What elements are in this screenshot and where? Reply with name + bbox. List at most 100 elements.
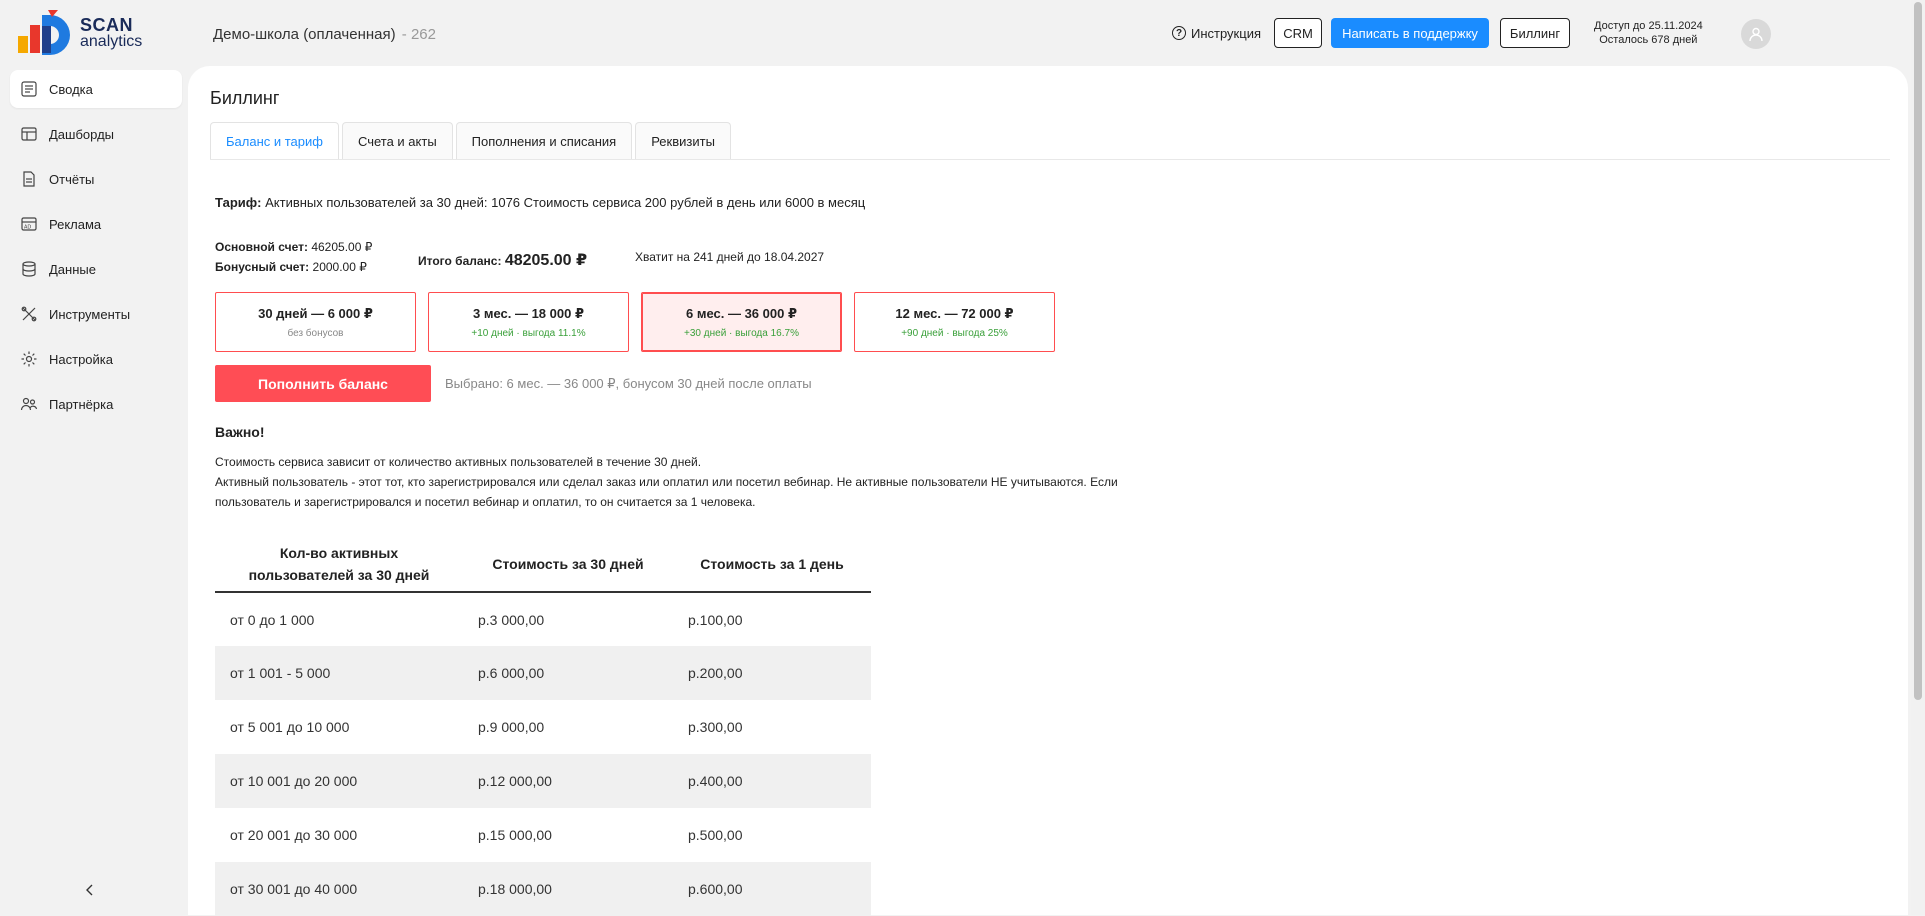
instruction-label: Инструкция (1191, 25, 1261, 41)
crm-button[interactable]: CRM (1274, 18, 1322, 48)
column-header-30-days: Стоимость за 30 дней (463, 536, 673, 593)
bonus-account-label: Бонусный счет: (215, 260, 310, 274)
cell-users: от 5 001 до 10 000 (230, 719, 350, 735)
partners-icon (20, 395, 38, 413)
gear-icon (20, 350, 38, 368)
tab-transactions[interactable]: Пополнения и списания (455, 122, 633, 160)
total-balance-label: Итого баланс: (418, 254, 502, 268)
reports-icon (20, 170, 38, 188)
tools-icon (20, 305, 38, 323)
plan-subtitle: без бонусов (287, 327, 344, 339)
plan-card-12-months[interactable]: 12 мес. — 72 000 ₽ +90 дней · выгода 25% (854, 292, 1055, 352)
tabs-divider (210, 159, 1890, 160)
important-line-2: Активный пользователь - этот тот, кто за… (215, 475, 1118, 489)
sidebar-item-ads[interactable]: AD Реклама (10, 205, 182, 243)
selected-plan-note: Выбрано: 6 мес. — 36 000 ₽, бонусом 30 д… (445, 376, 812, 391)
scrollbar-thumb[interactable] (1914, 2, 1922, 700)
cell-users: от 0 до 1 000 (230, 611, 315, 628)
sidebar-nav: Сводка Дашборды Отчёты AD Реклама Данные (10, 70, 182, 430)
plan-subtitle: +90 дней · выгода 25% (901, 327, 1008, 339)
instruction-link[interactable]: ? Инструкция (1172, 17, 1261, 49)
cell-users: от 20 001 до 30 000 (230, 827, 358, 843)
sidebar-item-dashboards[interactable]: Дашборды (10, 115, 182, 153)
table-row: от 20 001 до 30 000 р.15 000,00 р.500,00 (215, 808, 871, 862)
cell-price-1: р.100,00 (688, 611, 743, 628)
tariff-label: Тариф: (215, 195, 262, 210)
important-line-1: Стоимость сервиса зависит от количество … (215, 455, 702, 469)
page-scrollbar[interactable] (1911, 0, 1925, 915)
cell-users: от 30 001 до 40 000 (215, 862, 463, 916)
cell-price-30: р.18 000,00 (463, 862, 673, 916)
sidebar-item-label: Данные (49, 261, 96, 277)
svg-text:AD: AD (24, 225, 31, 231)
chevron-left-icon[interactable] (82, 882, 98, 898)
database-icon (20, 260, 38, 278)
page-title: Биллинг (210, 88, 280, 108)
topup-button[interactable]: Пополнить баланс (215, 365, 431, 402)
plan-title: 12 мес. — 72 000 ₽ (895, 305, 1014, 321)
cell-price-1: р.400,00 (673, 754, 871, 808)
question-icon: ? (1172, 26, 1186, 40)
sidebar-item-label: Дашборды (49, 126, 114, 142)
cell-users: от 1 001 - 5 000 (215, 646, 463, 700)
cell-price-1: р.200,00 (673, 646, 871, 700)
logo-line-2: analytics (80, 33, 143, 50)
plan-card-30-days[interactable]: 30 дней — 6 000 ₽ без бонусов (215, 292, 416, 352)
price-table: Кол-во активных пользователей за 30 дней… (215, 536, 871, 916)
school-title: Демо-школа (оплаченная) - 262 (213, 26, 436, 43)
school-name: Демо-школа (оплаченная) (213, 26, 396, 43)
tab-invoices[interactable]: Счета и акты (341, 122, 453, 160)
sidebar-item-reports[interactable]: Отчёты (10, 160, 182, 198)
tab-balance[interactable]: Баланс и тариф (210, 122, 339, 160)
plan-options: 30 дней — 6 000 ₽ без бонусов 3 мес. — 1… (215, 292, 1067, 352)
logo[interactable]: SCAN analytics (18, 10, 158, 56)
sidebar-item-label: Партнёрка (49, 396, 114, 412)
plan-subtitle: +10 дней · выгода 11.1% (471, 327, 586, 339)
plan-title: 3 мес. — 18 000 ₽ (472, 305, 584, 321)
main-account-value: 46205.00 ₽ (311, 240, 373, 254)
sidebar-item-tools[interactable]: Инструменты (10, 295, 182, 333)
cell-users: от 10 001 до 20 000 (215, 754, 463, 808)
cell-price-30: р.9 000,00 (478, 719, 545, 735)
sidebar-item-data[interactable]: Данные (10, 250, 182, 288)
table-header-row: Кол-во активных пользователей за 30 дней… (215, 536, 871, 593)
cell-price-30: р.15 000,00 (478, 827, 552, 843)
plan-card-3-months[interactable]: 3 мес. — 18 000 ₽ +10 дней · выгода 11.1… (428, 292, 629, 352)
column-header-1-day: Стоимость за 1 день (673, 536, 871, 593)
sidebar: SCAN analytics Сводка Дашборды Отчёты AD (0, 0, 188, 915)
sidebar-item-partners[interactable]: Партнёрка (10, 385, 182, 423)
table-row: от 30 001 до 40 000 р.18 000,00 р.600,00 (215, 862, 871, 916)
dashboard-icon (20, 125, 38, 143)
tariff-text: Активных пользователей за 30 дней: 1076 … (265, 195, 866, 210)
tariff-info: Тариф: Активных пользователей за 30 дней… (215, 195, 865, 210)
sidebar-item-label: Отчёты (49, 171, 95, 187)
cell-price-30: р.3 000,00 (478, 611, 545, 628)
table-row: от 1 001 - 5 000 р.6 000,00 р.200,00 (215, 646, 871, 700)
main-account-label: Основной счет: (215, 240, 308, 254)
cell-price-1: р.500,00 (688, 827, 743, 843)
cell-price-30: р.6 000,00 (463, 646, 673, 700)
tab-requisites[interactable]: Реквизиты (635, 122, 731, 160)
avatar[interactable] (1741, 19, 1771, 49)
important-heading: Важно! (215, 424, 265, 440)
cell-price-1: р.300,00 (688, 719, 743, 735)
plan-subtitle: +30 дней · выгода 16.7% (684, 327, 799, 339)
plan-card-6-months[interactable]: 6 мес. — 36 000 ₽ +30 дней · выгода 16.7… (641, 292, 842, 352)
total-balance: Итого баланс: 48205.00 ₽ (418, 250, 587, 270)
main-panel: Биллинг Баланс и тариф Счета и акты Попо… (188, 66, 1908, 916)
plan-title: 6 мес. — 36 000 ₽ (685, 305, 797, 321)
school-id: - 262 (401, 26, 436, 43)
table-row: от 10 001 до 20 000 р.12 000,00 р.400,00 (215, 754, 871, 808)
support-button[interactable]: Написать в поддержку (1331, 18, 1489, 48)
sidebar-item-settings[interactable]: Настройка (10, 340, 182, 378)
access-info: Доступ до 25.11.2024 Осталось 678 дней (1594, 19, 1703, 47)
user-icon (1749, 27, 1763, 42)
ads-icon: AD (20, 215, 38, 233)
billing-button[interactable]: Биллинг (1500, 18, 1570, 48)
cell-price-30: р.12 000,00 (463, 754, 673, 808)
total-balance-value: 48205.00 ₽ (504, 252, 588, 269)
bonus-account: Бонусный счет: 2000.00 ₽ (215, 260, 367, 274)
plan-title: 30 дней — 6 000 ₽ (258, 305, 373, 321)
billing-tabs: Баланс и тариф Счета и акты Пополнения и… (210, 122, 734, 160)
sidebar-item-summary[interactable]: Сводка (10, 70, 182, 108)
